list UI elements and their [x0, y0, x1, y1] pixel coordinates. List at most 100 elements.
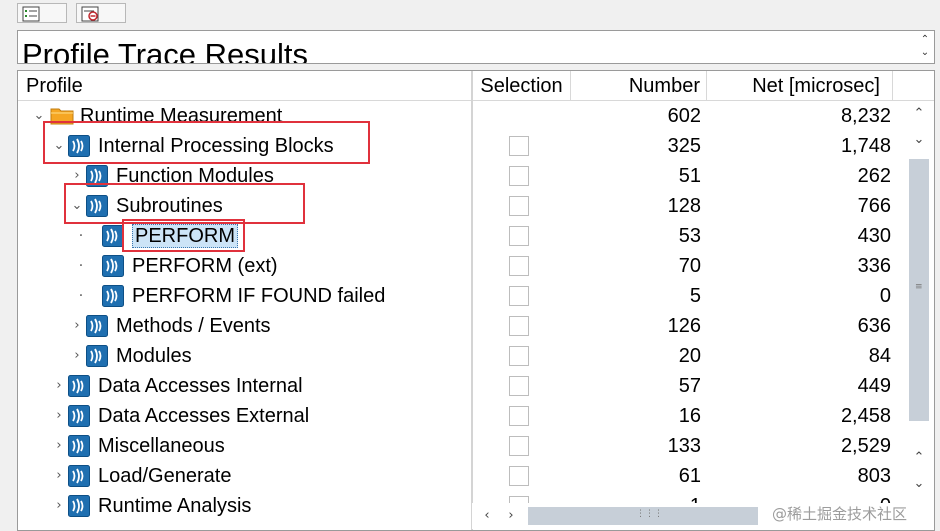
collapse-arrow-icon[interactable]: › — [52, 491, 66, 521]
selection-checkbox[interactable] — [509, 196, 529, 216]
collapse-arrow-icon[interactable]: › — [70, 341, 84, 371]
table-row[interactable]: · PERFORM IF FOUND failed 5 0 — [18, 281, 934, 311]
tree-item-label[interactable]: PERFORM — [132, 224, 238, 248]
abap-block-icon — [86, 315, 108, 337]
tree-item-label[interactable]: Function Modules — [116, 165, 274, 187]
table-row[interactable]: ⌄ Subroutines 128 766 — [18, 191, 934, 221]
tree-item-label[interactable]: Subroutines — [116, 195, 223, 217]
table-row[interactable]: › Modules 20 84 — [18, 341, 934, 371]
selection-checkbox[interactable] — [509, 436, 529, 456]
tree-item-label[interactable]: Data Accesses External — [98, 405, 309, 427]
selection-checkbox[interactable] — [509, 316, 529, 336]
grip-icon: ⋮⋮⋮ — [636, 509, 663, 519]
column-header-number[interactable]: Number — [571, 71, 707, 101]
tree-item[interactable]: Data Accesses External — [98, 401, 309, 431]
selection-checkbox[interactable] — [509, 466, 529, 486]
selection-checkbox[interactable] — [509, 136, 529, 156]
table-row[interactable]: ⌄ Runtime Measurement 602 8,232 — [18, 101, 934, 131]
tree-item-label[interactable]: Methods / Events — [116, 315, 271, 337]
selection-checkbox[interactable] — [509, 346, 529, 366]
tree-item[interactable]: PERFORM IF FOUND failed — [132, 281, 385, 311]
selection-checkbox[interactable] — [509, 376, 529, 396]
table-row[interactable]: · PERFORM 53 430 — [18, 221, 934, 251]
number-cell: 57 — [678, 375, 701, 397]
selection-checkbox[interactable] — [509, 256, 529, 276]
scroll-page-down-icon[interactable]: ⌄ — [907, 473, 931, 495]
leaf-dot-icon: · — [78, 258, 84, 274]
collapse-arrow-icon[interactable]: › — [70, 161, 84, 191]
tree-item-label[interactable]: PERFORM (ext) — [132, 255, 278, 277]
chevron-down-icon[interactable]: ⌄ — [918, 47, 932, 60]
expand-arrow-icon[interactable]: ⌄ — [70, 191, 84, 221]
collapse-arrow-icon[interactable]: › — [52, 401, 66, 431]
selection-checkbox[interactable] — [509, 286, 529, 306]
filter-button[interactable] — [76, 3, 126, 23]
tree-item[interactable]: Runtime Analysis — [98, 491, 251, 521]
vertical-scroll-thumb[interactable]: ≡ — [909, 159, 929, 421]
tree-item-label[interactable]: Runtime Measurement — [80, 105, 282, 127]
scroll-left-icon[interactable]: ‹ — [476, 503, 498, 529]
tree-item-label[interactable]: Runtime Analysis — [98, 495, 251, 517]
net-cell: 2,458 — [840, 405, 891, 427]
table-row[interactable]: › Data Accesses Internal 57 449 — [18, 371, 934, 401]
folder-icon — [50, 105, 74, 127]
abap-block-icon — [102, 225, 124, 247]
column-header-net[interactable]: Net [microsec] — [707, 71, 893, 101]
collapse-arrow-icon[interactable]: › — [52, 371, 66, 401]
net-cell: 636 — [857, 315, 891, 337]
tree-item[interactable]: Internal Processing Blocks — [98, 131, 334, 161]
selection-checkbox[interactable] — [509, 166, 529, 186]
table-row[interactable]: › Methods / Events 126 636 — [18, 311, 934, 341]
expand-arrow-icon[interactable]: ⌄ — [32, 101, 46, 131]
scroll-down-icon[interactable]: ⌄ — [907, 129, 931, 151]
scroll-up-icon[interactable]: ⌃ — [907, 103, 931, 125]
table-row[interactable]: › Miscellaneous 133 2,529 — [18, 431, 934, 461]
table-row[interactable]: · PERFORM (ext) 70 336 — [18, 251, 934, 281]
tree-item[interactable]: Methods / Events — [116, 311, 271, 341]
abap-block-icon — [86, 345, 108, 367]
table-row[interactable]: ⌄ Internal Processing Blocks 325 1,748 — [18, 131, 934, 161]
tree-item[interactable]: PERFORM (ext) — [132, 251, 278, 281]
vertical-scrollbar[interactable]: ⌃ ⌄ ≡ ⌃ ⌄ — [907, 101, 931, 501]
column-header-filler — [893, 71, 934, 101]
horizontal-scroll-thumb[interactable]: ⋮⋮⋮ — [528, 507, 758, 525]
title-scroll-spinner[interactable]: ⌃ ⌄ — [918, 34, 932, 60]
collapse-arrow-icon[interactable]: › — [70, 311, 84, 341]
selection-checkbox[interactable] — [509, 406, 529, 426]
tree-item[interactable]: Subroutines — [116, 191, 223, 221]
abap-block-icon — [86, 165, 108, 187]
number-cell: 53 — [678, 225, 701, 247]
column-header-profile[interactable]: Profile — [18, 71, 472, 101]
column-header-selection[interactable]: Selection — [473, 71, 571, 101]
table-row[interactable]: › Function Modules 51 262 — [18, 161, 934, 191]
tree-item[interactable]: Function Modules — [116, 161, 274, 191]
tree-item-label[interactable]: Data Accesses Internal — [98, 375, 303, 397]
collapse-arrow-icon[interactable]: › — [52, 461, 66, 491]
abap-block-icon — [68, 375, 90, 397]
tree-item-label[interactable]: Miscellaneous — [98, 435, 225, 457]
list-view-button[interactable] — [17, 3, 67, 23]
scroll-page-up-icon[interactable]: ⌃ — [907, 447, 931, 469]
tree-item[interactable]: Data Accesses Internal — [98, 371, 303, 401]
tree-item-label[interactable]: Modules — [116, 345, 192, 367]
net-cell: 803 — [857, 465, 891, 487]
abap-block-icon — [68, 465, 90, 487]
collapse-arrow-icon[interactable]: › — [52, 431, 66, 461]
expand-arrow-icon[interactable]: ⌄ — [52, 131, 66, 161]
number-cell: 51 — [678, 165, 701, 187]
table-row[interactable]: › Data Accesses External 16 2,458 — [18, 401, 934, 431]
abap-block-icon — [86, 195, 108, 217]
tree-item[interactable]: PERFORM — [132, 221, 238, 251]
scroll-right-icon[interactable]: › — [500, 503, 522, 529]
tree-item-label[interactable]: Internal Processing Blocks — [98, 135, 334, 157]
tree-item-label[interactable]: Load/Generate — [98, 465, 231, 487]
tree-item[interactable]: Runtime Measurement — [80, 101, 282, 131]
table-row[interactable]: › Load/Generate 61 803 — [18, 461, 934, 491]
selection-checkbox[interactable] — [509, 226, 529, 246]
chevron-up-icon[interactable]: ⌃ — [918, 34, 932, 47]
tree-item[interactable]: Load/Generate — [98, 461, 231, 491]
tree-item[interactable]: Miscellaneous — [98, 431, 225, 461]
net-cell: 0 — [879, 285, 891, 307]
tree-item[interactable]: Modules — [116, 341, 192, 371]
tree-item-label[interactable]: PERFORM IF FOUND failed — [132, 285, 385, 307]
